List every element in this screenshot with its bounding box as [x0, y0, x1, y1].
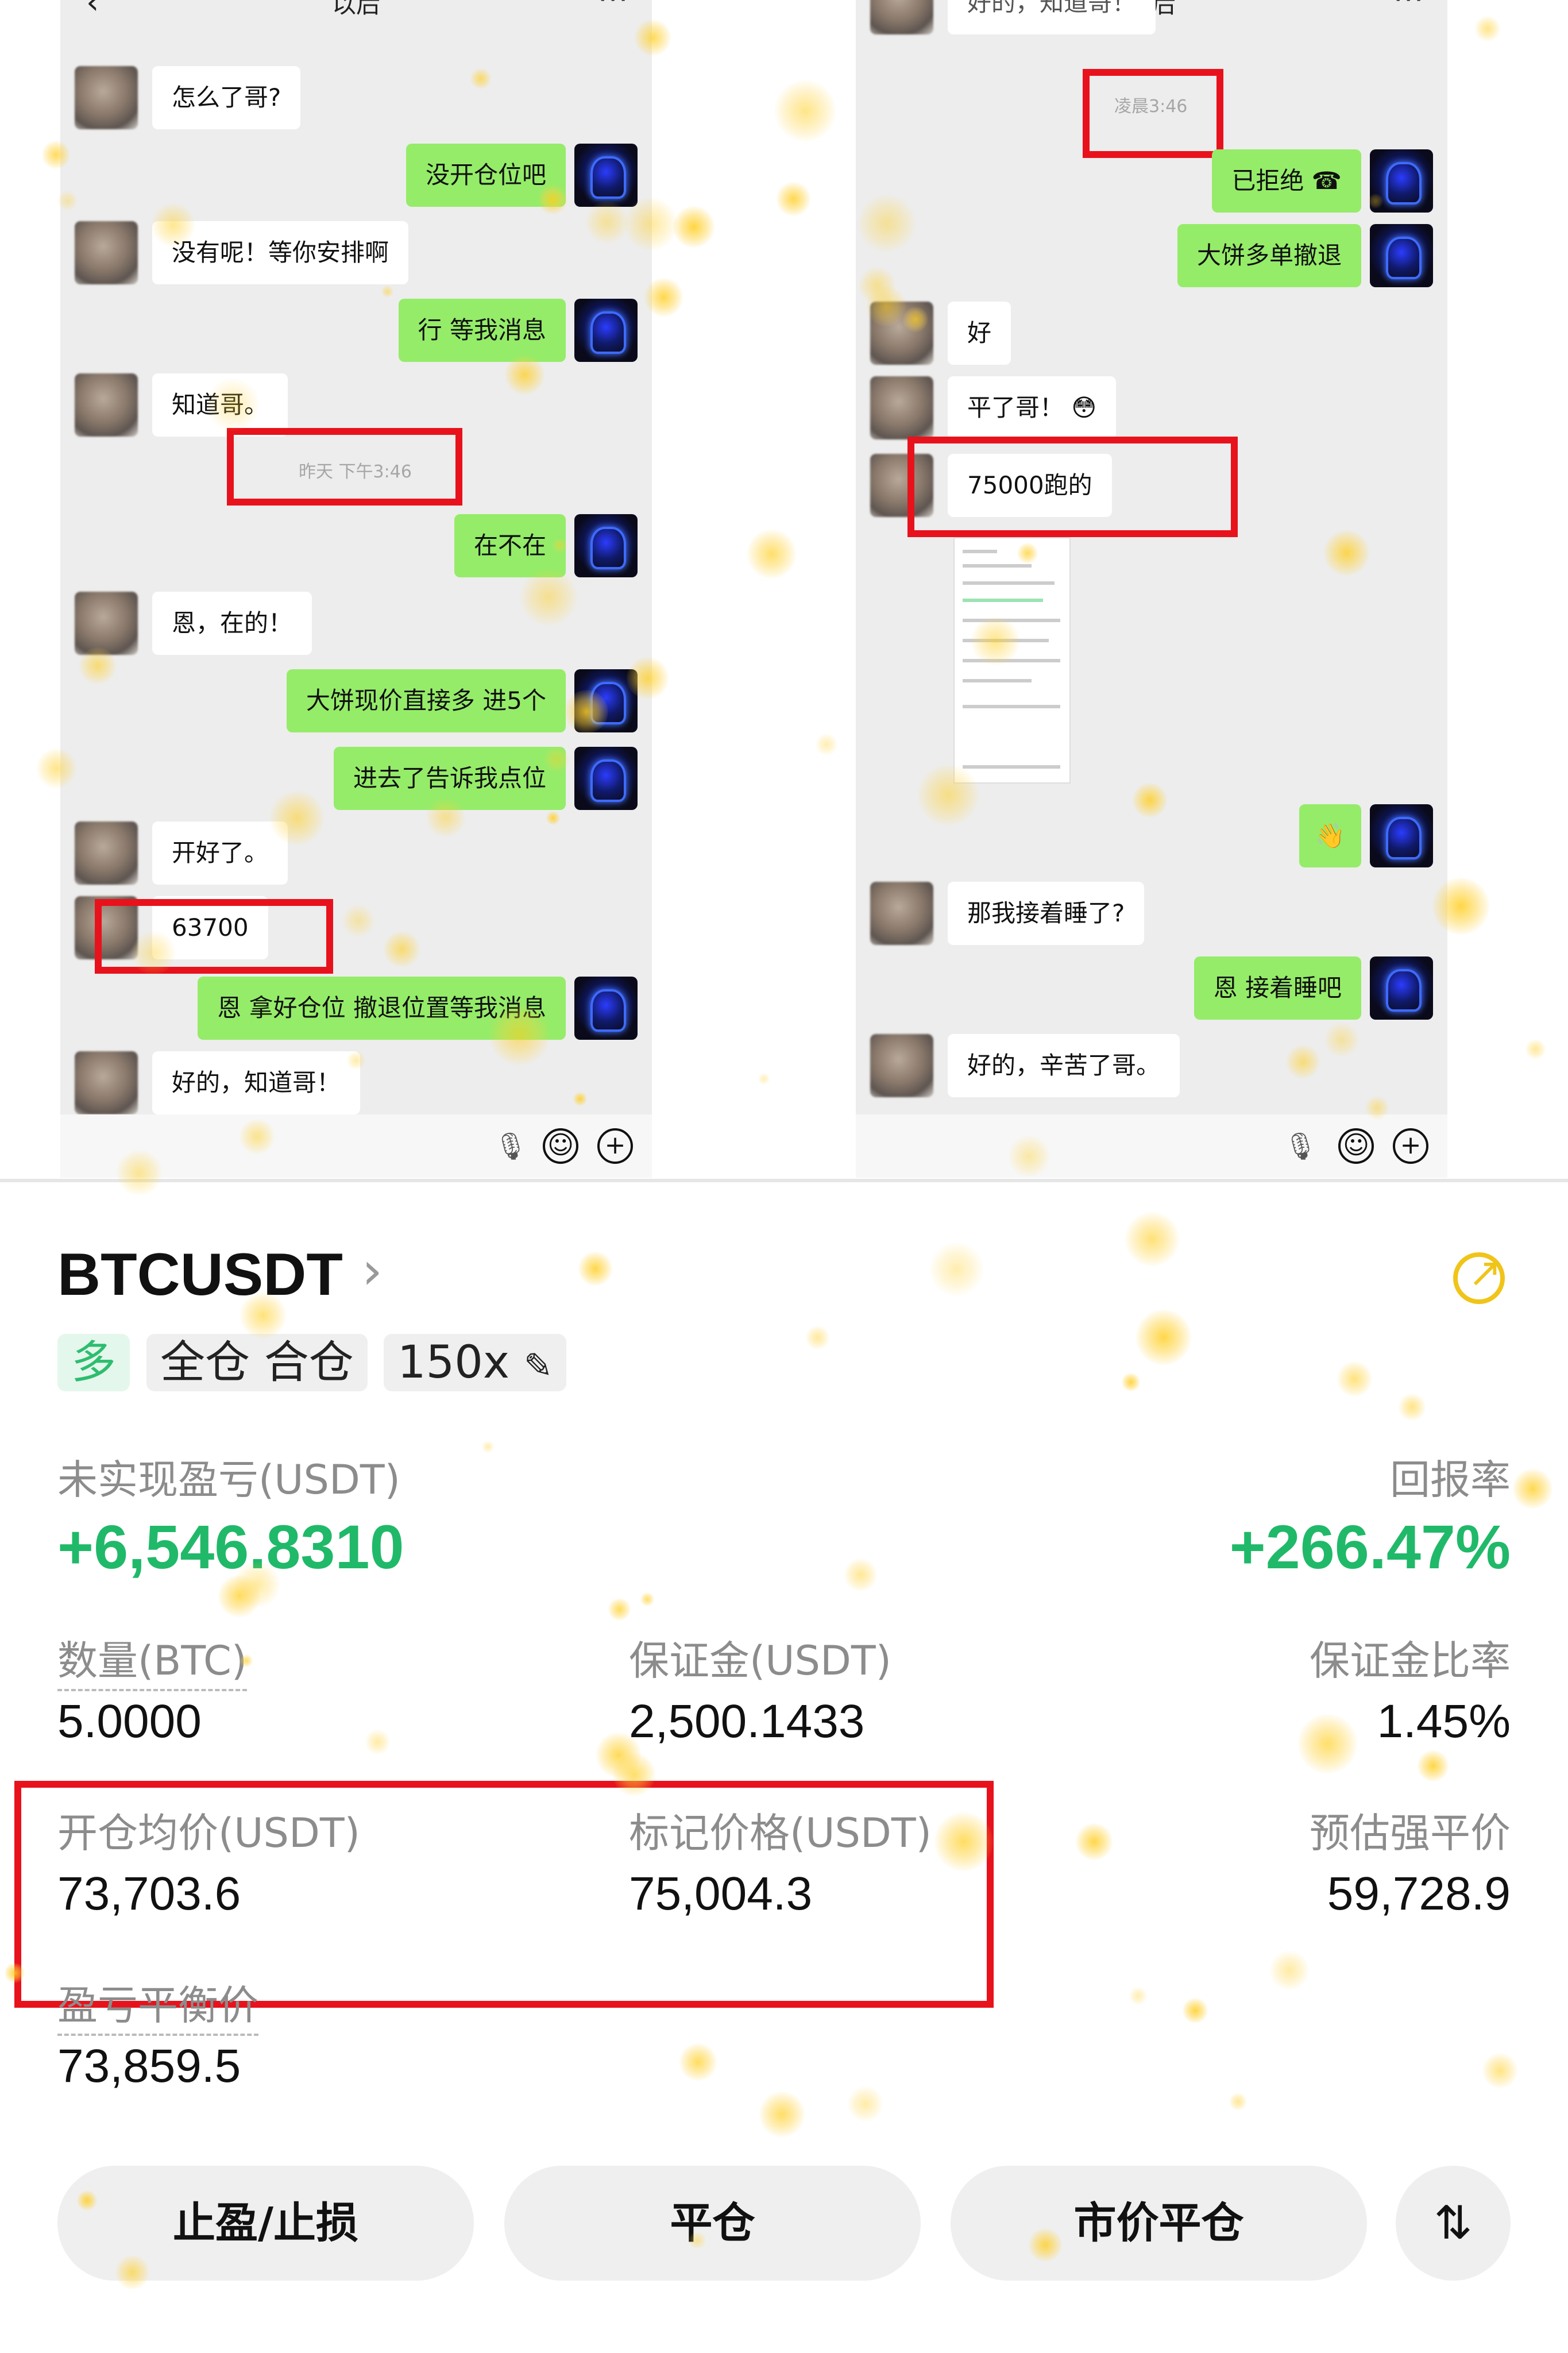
highlight-box	[907, 437, 1238, 537]
market-close-button[interactable]: 市价平仓	[951, 2166, 1367, 2281]
message-bubble: 大饼多单撤退	[1177, 224, 1361, 287]
avatar[interactable]	[574, 514, 638, 577]
message-bubble: 怎么了哥?	[152, 66, 301, 129]
liquidation-price-label: 预估强平价	[1310, 1810, 1511, 1857]
chat-input-bar[interactable]: 🎙 ☺ +	[60, 1114, 652, 1178]
message-bubble: 平了哥！ 😳	[948, 376, 1117, 439]
avatar[interactable]	[574, 747, 638, 810]
highlight-box	[227, 428, 462, 506]
emoji-icon[interactable]: ☺	[543, 1128, 578, 1164]
avatar[interactable]	[1370, 956, 1433, 1020]
avatar[interactable]	[574, 299, 638, 362]
message-bubble: 恩，在的！	[152, 592, 312, 655]
chat-panel-left: ‹ 以后 ··· 怎么了哥? 没开仓位吧 没有呢！等你安排啊 行 等我消息 知道…	[60, 0, 652, 1178]
plus-icon[interactable]: +	[1393, 1128, 1428, 1164]
direction-tag: 多	[57, 1334, 130, 1391]
message-bubble: 好的，知道哥！	[152, 1051, 361, 1114]
message-bubble: 恩 接着睡吧	[1194, 956, 1361, 1020]
sparkle-dot	[747, 530, 796, 578]
chevron-right-icon[interactable]: ›	[362, 1241, 383, 1301]
avatar[interactable]	[1370, 149, 1433, 213]
message-bubble: 开好了。	[152, 821, 288, 885]
sparkle-dot	[758, 1073, 770, 1085]
chat-input-bar[interactable]: 🎙 ☺ +	[856, 1114, 1447, 1178]
chat-header: ‹ 以后 ···	[60, 0, 652, 23]
message-bubble: 好的，辛苦了哥。	[948, 1034, 1180, 1097]
margin-ratio-value: 1.45%	[1377, 1695, 1511, 1748]
avatar[interactable]	[574, 144, 638, 207]
plus-icon[interactable]: +	[597, 1128, 633, 1164]
emoji-icon[interactable]: ☺	[1338, 1128, 1374, 1164]
avatar[interactable]	[75, 66, 138, 129]
avatar[interactable]	[75, 821, 138, 885]
margin-ratio-label: 保证金比率	[1310, 1637, 1511, 1684]
edit-icon[interactable]: ✎	[524, 1346, 553, 1386]
unrealized-pnl-value: +6,546.8310	[57, 1512, 404, 1581]
avatar[interactable]	[75, 1051, 138, 1114]
share-icon[interactable]	[1453, 1249, 1505, 1304]
message-bubble: 在不在	[454, 514, 566, 577]
message-bubble: 好的，知道哥！	[948, 0, 1156, 34]
sparkle-dot	[1475, 16, 1500, 41]
avatar[interactable]	[1370, 804, 1433, 867]
unrealized-pnl-label: 未实现盈亏(USDT)	[57, 1456, 400, 1503]
sparkle-dot	[777, 182, 810, 216]
avatar[interactable]	[75, 373, 138, 437]
close-position-button[interactable]: 平仓	[504, 2166, 921, 2281]
quantity-label[interactable]: 数量(BTC)	[57, 1629, 248, 1691]
sparkle-dot	[816, 734, 837, 755]
avatar[interactable]	[1370, 224, 1433, 287]
position-card: BTCUSDT › 多 全仓 合仓 150x ✎ 未实现盈亏(USDT) +6,…	[0, 1183, 1568, 2353]
message-bubble: 知道哥。	[152, 373, 288, 437]
message-bubble: 没有呢！等你安排啊	[152, 221, 409, 284]
avatar[interactable]	[574, 977, 638, 1040]
avatar[interactable]	[574, 669, 638, 732]
message-bubble: 👋	[1299, 804, 1361, 867]
message-bubble: 进去了告诉我点位	[333, 747, 566, 810]
sparkle-dot	[673, 206, 715, 248]
avatar[interactable]	[75, 221, 138, 284]
chat-panel-right: ‹ 以后 ··· 好的，知道哥！ 凌晨3:46 已拒绝 ☎ 大饼多单撤退 好 平…	[856, 0, 1447, 1178]
leverage-tag[interactable]: 150x ✎	[384, 1334, 567, 1391]
screenshot-image[interactable]	[953, 537, 1071, 784]
highlight-box	[1083, 69, 1223, 158]
microphone-icon[interactable]: 🎙	[1284, 1131, 1317, 1162]
message-bubble: 好	[948, 302, 1011, 365]
message-bubble: 那我接着睡了?	[948, 882, 1145, 945]
avatar[interactable]	[75, 592, 138, 655]
margin-label: 保证金(USDT)	[629, 1637, 891, 1684]
reverse-position-button[interactable]: ⇅	[1396, 2166, 1511, 2281]
message-bubble: 大饼现价直接多 进5个	[286, 669, 566, 732]
sparkle-dot	[1525, 1039, 1546, 1059]
avatar[interactable]	[870, 1034, 933, 1097]
roe-value: +266.47%	[1229, 1512, 1511, 1581]
avatar[interactable]	[870, 302, 933, 365]
breakeven-price-label[interactable]: 盈亏平衡价	[57, 1973, 258, 2036]
leverage-value: 150x	[397, 1337, 510, 1388]
highlight-box	[95, 899, 333, 974]
avatar[interactable]	[870, 0, 933, 34]
symbol-title[interactable]: BTCUSDT	[57, 1241, 343, 1309]
roe-label: 回报率	[1390, 1456, 1511, 1503]
margin-mode-tag[interactable]: 全仓 合仓	[146, 1334, 368, 1391]
message-bubble: 行 等我消息	[398, 299, 566, 362]
more-icon[interactable]: ···	[598, 0, 629, 16]
margin-value: 2,500.1433	[629, 1695, 865, 1748]
avatar[interactable]	[870, 882, 933, 945]
liquidation-price-value: 59,728.9	[1327, 1868, 1511, 1920]
message-bubble: 已拒绝 ☎	[1212, 149, 1361, 213]
divider	[0, 1179, 1568, 1182]
breakeven-price-value: 73,859.5	[57, 2040, 241, 2092]
chat-title: 以后	[331, 0, 380, 18]
microphone-icon[interactable]: 🎙	[494, 1131, 527, 1162]
sparkle-dot	[775, 80, 836, 141]
message-bubble: 恩 拿好仓位 撤退位置等我消息	[198, 977, 566, 1040]
quantity-value: 5.0000	[57, 1695, 202, 1748]
more-icon[interactable]: ···	[1393, 0, 1424, 16]
message-bubble: 没开仓位吧	[405, 144, 566, 207]
tp-sl-button[interactable]: 止盈/止损	[57, 2166, 474, 2281]
avatar[interactable]	[870, 376, 933, 439]
